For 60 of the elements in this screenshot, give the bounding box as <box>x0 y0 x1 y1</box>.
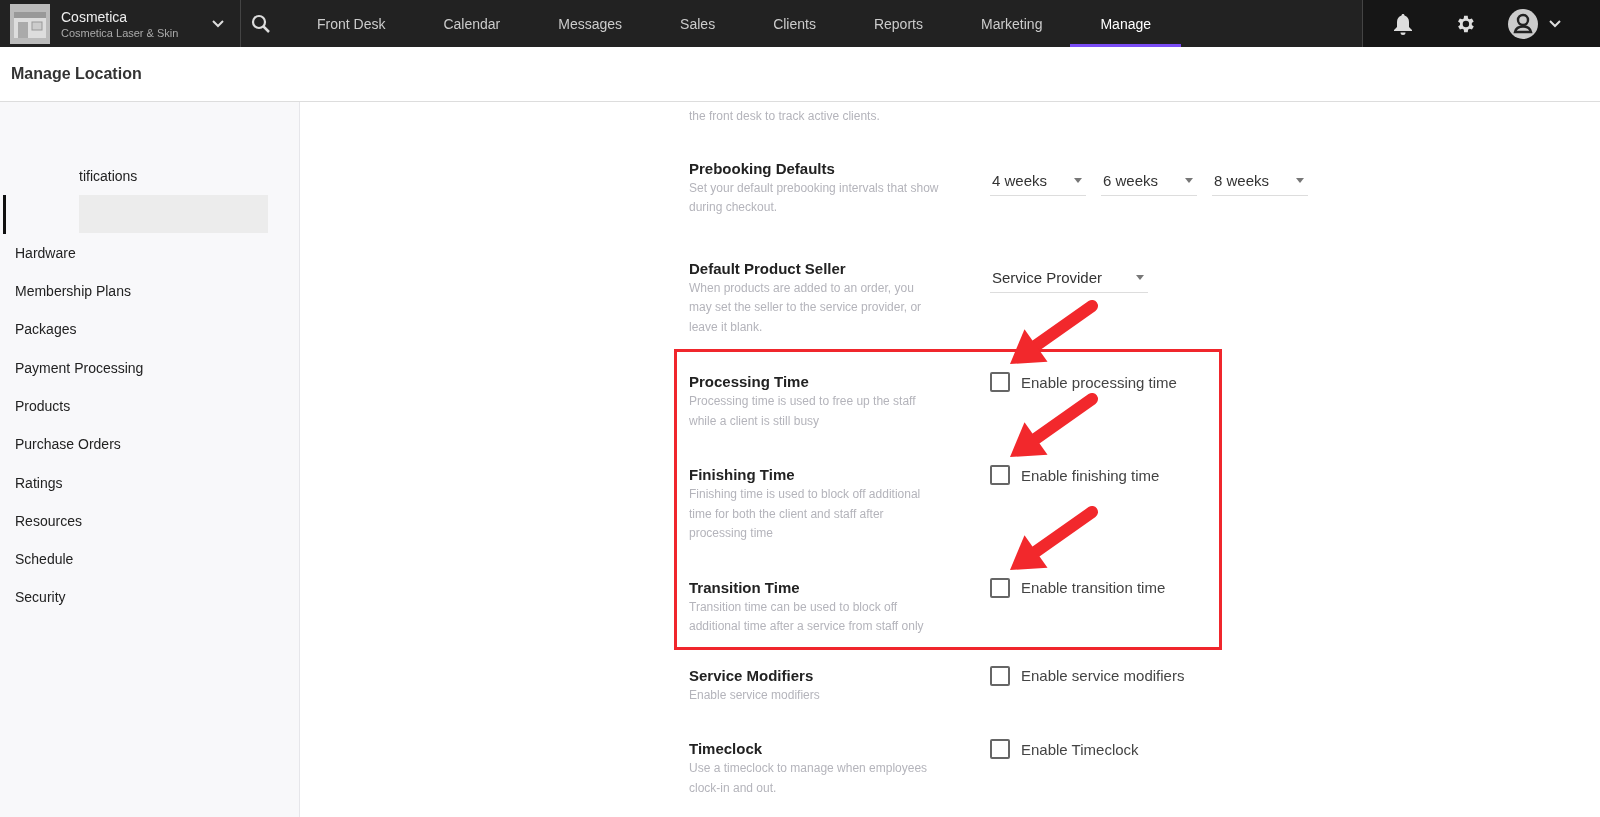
setting-description: Set your default prebooking intervals that show during checkout. <box>689 179 939 216</box>
nav-tab[interactable]: Sales <box>650 0 746 47</box>
sidebar-item[interactable]: Resources <box>0 512 82 529</box>
checkbox-option[interactable]: Enable service modifiers <box>990 665 1185 686</box>
nav-tab[interactable]: Calendar <box>413 0 531 47</box>
setting-title: Prebooking Defaults <box>689 158 836 179</box>
store-logo-icon <box>10 3 50 44</box>
nav-tab[interactable]: Reports <box>843 0 953 47</box>
sidebar-item[interactable]: Payment Processing <box>0 359 144 376</box>
nav-tab[interactable]: Messages <box>528 0 653 47</box>
sidebar-item[interactable]: Hardware <box>0 244 76 261</box>
caret-icon <box>1136 274 1144 280</box>
setting-title: Service Modifiers <box>689 665 815 686</box>
setting-title: Processing Time <box>689 372 810 392</box>
checkbox-option[interactable]: Enable finishing time <box>990 465 1160 485</box>
notifications-bell-icon[interactable] <box>1393 12 1413 35</box>
sidebar-item[interactable]: Security <box>0 589 66 606</box>
sidebar-item[interactable]: Schedule <box>0 551 74 568</box>
setting-description: Processing time is used to free up the staff while a client is still busy <box>689 393 917 430</box>
checkbox-option[interactable]: Enable Timeclock <box>990 739 1139 759</box>
nav-tab[interactable]: Clients <box>743 0 846 47</box>
setting-title: Default Product Seller <box>689 258 847 279</box>
location-name: Cosmetica Laser & Skin <box>61 26 180 39</box>
user-avatar-icon[interactable] <box>1508 8 1538 39</box>
sidebar-item[interactable]: Packages <box>0 321 77 338</box>
checkbox[interactable] <box>990 372 1010 392</box>
setting-description: Finishing time is used to block off additional time for both the client and staff after processing time <box>689 486 922 542</box>
dropdown[interactable]: 8 weeks <box>1212 171 1308 196</box>
sidebar-item[interactable]: Products <box>0 397 71 414</box>
checkbox[interactable] <box>990 577 1010 598</box>
setting-title: Finishing Time <box>689 465 796 485</box>
setting-title: Transition Time <box>689 577 801 598</box>
dropdown[interactable]: 4 weeks <box>990 171 1086 196</box>
dropdown[interactable]: Service Provider <box>990 268 1148 293</box>
dropdown[interactable]: 6 weeks <box>1101 171 1197 196</box>
setting-description: When products are added to an order, you may set the seller to the service provider, or leave it blank. <box>689 279 923 336</box>
search-icon[interactable] <box>251 13 271 34</box>
setting-title: Timeclock <box>689 739 764 759</box>
page-title: Manage Location <box>11 65 142 83</box>
chevron-down-icon[interactable] <box>1548 18 1562 29</box>
business-name: Cosmetica <box>61 8 129 25</box>
nav-tab[interactable]: Marketing <box>950 0 1073 47</box>
sidebar-item[interactable]: Ratings <box>0 474 63 491</box>
sidebar-item[interactable]: Purchase Orders <box>0 436 121 453</box>
setting-description: Transition time can be used to block off additional time after a service from staff only <box>689 598 925 635</box>
chevron-down-icon[interactable] <box>211 18 225 29</box>
caret-icon <box>1185 177 1193 183</box>
setting-description: Use a timeclock to manage when employees clock-in and out. <box>689 760 929 797</box>
checkbox-option[interactable]: Enable transition time <box>990 577 1166 598</box>
checkbox[interactable] <box>990 665 1010 686</box>
sidebar-item[interactable]: tifications <box>0 168 138 185</box>
setting-description: the front desk to track active clients. <box>689 108 881 125</box>
sidebar-item[interactable]: Membership Plans <box>0 283 131 300</box>
checkbox[interactable] <box>990 739 1010 759</box>
checkbox[interactable] <box>990 465 1010 485</box>
caret-icon <box>1296 177 1304 183</box>
setting-description: Enable service modifiers <box>689 686 821 704</box>
checkbox-option[interactable]: Enable processing time <box>990 372 1177 392</box>
nav-tab[interactable]: Front Desk <box>287 0 416 47</box>
caret-icon <box>1074 177 1082 183</box>
